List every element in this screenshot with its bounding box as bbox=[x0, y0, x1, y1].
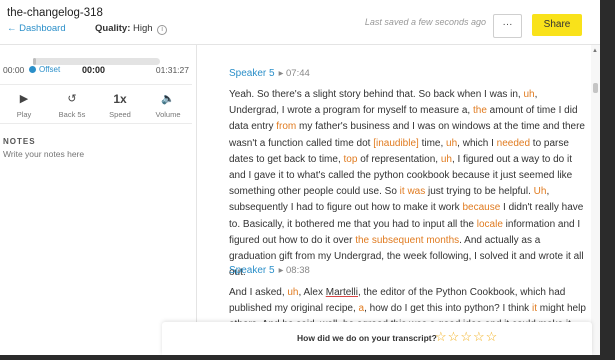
save-status: Last saved a few seconds ago bbox=[364, 17, 486, 27]
player-panel: 00:00 Offset 00:00 01:31:27 ▶ Play ↺ Bac… bbox=[0, 45, 197, 355]
scroll-thumb[interactable] bbox=[593, 83, 598, 93]
play-label: Play bbox=[16, 110, 32, 119]
feedback-bar: How did we do on your transcript? ☆☆☆☆☆ bbox=[162, 322, 592, 355]
star-icon[interactable]: ☆ bbox=[473, 329, 486, 344]
back-5s-label: Back 5s bbox=[58, 110, 86, 119]
speed-icon: 1x bbox=[113, 92, 127, 106]
star-icon[interactable]: ☆ bbox=[460, 329, 473, 344]
dashboard-link[interactable]: ← Dashboard bbox=[7, 23, 66, 34]
volume-label: Volume bbox=[155, 110, 181, 119]
quality-indicator: Quality: High i bbox=[95, 23, 168, 35]
speaker-header: Speaker 5 ▸ 07:44 bbox=[229, 68, 310, 79]
speaker-name[interactable]: Speaker 5 bbox=[229, 68, 275, 79]
notes-input[interactable] bbox=[3, 149, 183, 159]
scrollbar[interactable]: ▲ bbox=[591, 45, 600, 355]
speaker-header: Speaker 5 ▸ 08:38 bbox=[229, 265, 310, 276]
offset-label[interactable]: Offset bbox=[39, 65, 60, 74]
play-button[interactable]: ▶ Play bbox=[0, 85, 48, 123]
feedback-question: How did we do on your transcript? bbox=[297, 333, 437, 343]
time-row: 00:00 Offset 00:00 01:31:27 bbox=[3, 65, 191, 79]
offset-icon[interactable] bbox=[29, 66, 36, 73]
volume-icon: 🔈 bbox=[161, 93, 175, 105]
speaker-name[interactable]: Speaker 5 bbox=[229, 265, 275, 276]
scroll-up-icon[interactable]: ▲ bbox=[592, 48, 598, 54]
play-icon: ▶ bbox=[19, 93, 29, 105]
star-icon[interactable]: ☆ bbox=[486, 329, 499, 344]
timestamp[interactable]: ▸ 07:44 bbox=[279, 68, 310, 79]
transcript-editor: the-changelog-318 ← Dashboard Quality: H… bbox=[0, 0, 600, 355]
speed-label: Speed bbox=[109, 110, 131, 119]
volume-button[interactable]: 🔈 Volume bbox=[144, 85, 192, 123]
info-icon[interactable]: i bbox=[157, 25, 168, 35]
current-time: 00:00 bbox=[3, 65, 25, 75]
rewind-icon: ↺ bbox=[67, 93, 77, 105]
star-rating: ☆☆☆☆☆ bbox=[435, 329, 498, 345]
quality-label: Quality: bbox=[95, 23, 131, 34]
more-options-button[interactable]: ··· bbox=[493, 14, 522, 38]
transcript-paragraph[interactable]: Yeah. So there's a slight story behind t… bbox=[229, 87, 589, 281]
transcript-body[interactable]: Speaker 5 ▸ 07:44 Yeah. So there's a slig… bbox=[229, 45, 589, 345]
offset-time[interactable]: 00:00 bbox=[82, 65, 105, 75]
window-frame bbox=[0, 355, 600, 360]
star-icon[interactable]: ☆ bbox=[435, 329, 448, 344]
page-title: the-changelog-318 bbox=[7, 7, 103, 19]
timestamp[interactable]: ▸ 08:38 bbox=[279, 265, 310, 276]
audio-progress-bar[interactable] bbox=[33, 58, 160, 65]
player-controls: ▶ Play ↺ Back 5s 1x Speed 🔈 Volume bbox=[0, 84, 192, 124]
total-duration: 01:31:27 bbox=[155, 65, 189, 75]
header: the-changelog-318 ← Dashboard Quality: H… bbox=[0, 0, 600, 45]
star-icon[interactable]: ☆ bbox=[448, 329, 461, 344]
share-button[interactable]: Share bbox=[532, 14, 582, 36]
back-5s-button[interactable]: ↺ Back 5s bbox=[48, 85, 96, 123]
audio-progress-fill bbox=[33, 58, 36, 65]
window-frame bbox=[600, 0, 615, 360]
quality-value: High bbox=[133, 23, 153, 34]
notes-heading: NOTES bbox=[3, 137, 36, 146]
speed-button[interactable]: 1x Speed bbox=[96, 85, 144, 123]
